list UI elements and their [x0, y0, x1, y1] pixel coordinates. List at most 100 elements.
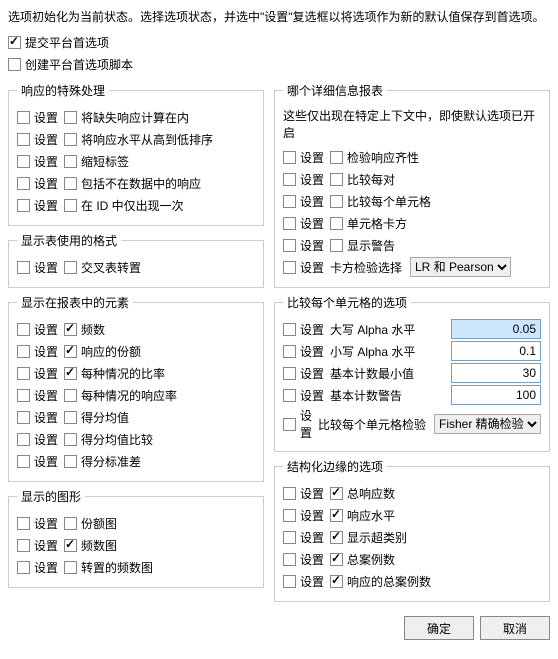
value-checkbox[interactable] — [64, 389, 77, 402]
value-checkbox[interactable] — [330, 239, 343, 252]
value-checkbox[interactable] — [64, 345, 77, 358]
set-checkbox[interactable] — [17, 177, 30, 190]
set-checkbox[interactable] — [17, 155, 30, 168]
set-label: 设置 — [34, 259, 58, 276]
value-checkbox[interactable] — [64, 539, 77, 552]
set-checkbox[interactable] — [283, 553, 296, 566]
numeric-input[interactable] — [451, 363, 541, 383]
create-script-label: 创建平台首选项脚本 — [25, 56, 133, 73]
set-checkbox[interactable] — [17, 199, 30, 212]
set-checkbox[interactable] — [17, 517, 30, 530]
set-label: 设置 — [34, 537, 58, 554]
cancel-button[interactable]: 取消 — [480, 616, 550, 640]
set-checkbox[interactable] — [283, 367, 296, 380]
value-checkbox[interactable] — [330, 151, 343, 164]
numeric-input[interactable] — [451, 319, 541, 339]
set-checkbox[interactable] — [283, 195, 296, 208]
set-label: 设置 — [34, 343, 58, 360]
option-row: 设置总案例数 — [283, 549, 541, 569]
value-checkbox[interactable] — [330, 575, 343, 588]
set-label: 设置 — [300, 193, 324, 210]
set-checkbox[interactable] — [17, 389, 30, 402]
submit-pref-checkbox[interactable] — [8, 36, 21, 49]
option-row: 设置响应水平 — [283, 505, 541, 525]
value-label: 缩短标签 — [81, 153, 129, 170]
value-checkbox[interactable] — [330, 531, 343, 544]
set-checkbox[interactable] — [17, 111, 30, 124]
set-checkbox[interactable] — [283, 531, 296, 544]
value-label: 得分均值比较 — [81, 431, 153, 448]
value-checkbox[interactable] — [330, 487, 343, 500]
value-label: 总案例数 — [347, 551, 395, 568]
group-special-legend: 响应的特殊处理 — [17, 82, 109, 99]
value-checkbox[interactable] — [64, 111, 77, 124]
set-label: 设置 — [300, 149, 324, 166]
option-row: 设置份额图 — [17, 513, 255, 533]
value-label: 响应的份额 — [81, 343, 141, 360]
set-label: 设置 — [300, 343, 324, 360]
option-row: 设置 响应的份额 — [17, 341, 255, 361]
set-label: 设置 — [300, 215, 324, 232]
option-row: 设置将缺失响应计算在内 — [17, 107, 255, 127]
set-checkbox[interactable] — [17, 345, 30, 358]
value-label: 总响应数 — [347, 485, 395, 502]
set-checkbox[interactable] — [17, 561, 30, 574]
set-checkbox[interactable] — [283, 509, 296, 522]
value-checkbox[interactable] — [330, 509, 343, 522]
chi-set-checkbox[interactable] — [283, 261, 296, 274]
value-checkbox[interactable] — [64, 261, 77, 274]
value-checkbox[interactable] — [64, 561, 77, 574]
value-label: 交叉表转置 — [81, 259, 141, 276]
create-script-checkbox[interactable] — [8, 58, 21, 71]
set-checkbox[interactable] — [17, 539, 30, 552]
value-checkbox[interactable] — [64, 433, 77, 446]
value-checkbox[interactable] — [64, 155, 77, 168]
value-checkbox[interactable] — [64, 517, 77, 530]
ok-button[interactable]: 确定 — [404, 616, 474, 640]
option-row: 设置频数图 — [17, 535, 255, 555]
option-row: 设置比较每个单元格 — [283, 191, 541, 211]
set-checkbox[interactable] — [283, 575, 296, 588]
group-graphs-legend: 显示的图形 — [17, 488, 85, 505]
group-struct: 结构化边缘的选项 设置总响应数设置响应水平设置显示超类别设置总案例数设置响应的总… — [274, 458, 550, 602]
set-checkbox[interactable] — [283, 487, 296, 500]
value-checkbox[interactable] — [64, 177, 77, 190]
group-table-fmt-legend: 显示表使用的格式 — [17, 232, 121, 249]
value-checkbox[interactable] — [64, 455, 77, 468]
value-checkbox[interactable] — [64, 323, 77, 336]
value-checkbox[interactable] — [330, 217, 343, 230]
set-checkbox[interactable] — [17, 455, 30, 468]
set-checkbox[interactable] — [283, 151, 296, 164]
numeric-row: 设置大写 Alpha 水平 — [283, 319, 541, 339]
chi-select[interactable]: LR 和 Pearson — [410, 257, 511, 277]
set-checkbox[interactable] — [283, 345, 296, 358]
set-checkbox[interactable] — [283, 239, 296, 252]
numeric-input[interactable] — [451, 341, 541, 361]
value-checkbox[interactable] — [64, 199, 77, 212]
option-row: 设置缩短标签 — [17, 151, 255, 171]
option-row: 设置 交叉表转置 — [17, 257, 255, 277]
dialog-buttons: 确定 取消 — [8, 616, 550, 640]
set-checkbox[interactable] — [17, 367, 30, 380]
set-checkbox[interactable] — [283, 323, 296, 336]
value-checkbox[interactable] — [330, 553, 343, 566]
value-checkbox[interactable] — [330, 173, 343, 186]
set-checkbox[interactable] — [283, 173, 296, 186]
value-checkbox[interactable] — [64, 133, 77, 146]
value-checkbox[interactable] — [64, 411, 77, 424]
set-checkbox[interactable] — [283, 389, 296, 402]
cell-test-select[interactable]: Fisher 精确检验 — [434, 414, 541, 434]
set-checkbox[interactable] — [17, 433, 30, 446]
value-label: 显示警告 — [347, 237, 395, 254]
cell-test-set-checkbox[interactable] — [283, 418, 296, 431]
set-checkbox[interactable] — [17, 323, 30, 336]
set-checkbox[interactable] — [17, 411, 30, 424]
set-checkbox[interactable] — [17, 133, 30, 146]
numeric-input[interactable] — [451, 385, 541, 405]
set-checkbox[interactable] — [283, 217, 296, 230]
set-label: 设置 — [300, 485, 324, 502]
set-label: 设置 — [34, 321, 58, 338]
value-checkbox[interactable] — [330, 195, 343, 208]
set-checkbox[interactable] — [17, 261, 30, 274]
value-checkbox[interactable] — [64, 367, 77, 380]
